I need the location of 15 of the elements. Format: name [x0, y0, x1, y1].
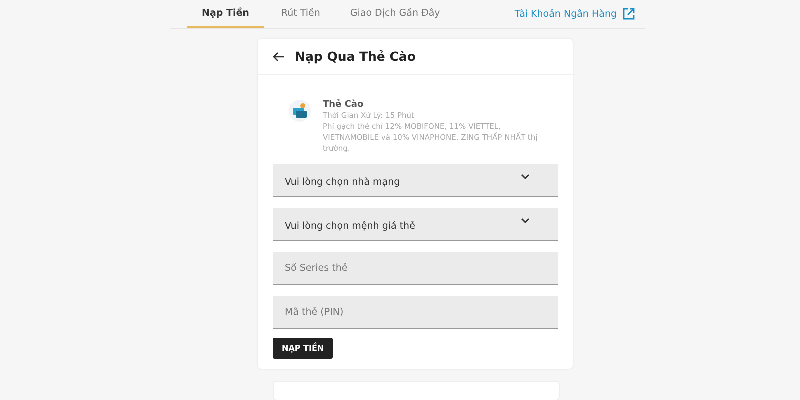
tab[interactable]: Nạp Tiền	[187, 0, 264, 28]
scratch-card-icon	[289, 100, 311, 122]
input-field[interactable]: Số Series thẻ	[273, 252, 558, 285]
external-link-icon	[623, 8, 635, 20]
dropdown[interactable]: Vui lòng chọn nhà mạng	[273, 164, 558, 197]
card-title: Nạp Qua Thẻ Cào	[295, 49, 416, 64]
tab[interactable]: Giao Dịch Gần Đây	[337, 0, 454, 28]
chevron-down-icon	[521, 218, 530, 224]
input-field[interactable]: Mã thẻ (PIN)	[273, 296, 558, 329]
top-up-button[interactable]: NẠP TIỀN	[273, 338, 334, 359]
tab[interactable]: Rút Tiền	[268, 0, 334, 28]
back-arrow-icon[interactable]	[273, 52, 285, 62]
dropdown[interactable]: Vui lòng chọn mệnh giá thẻ	[273, 208, 558, 241]
method-name: Thẻ Cào	[323, 100, 365, 110]
chevron-down-icon	[521, 174, 530, 180]
